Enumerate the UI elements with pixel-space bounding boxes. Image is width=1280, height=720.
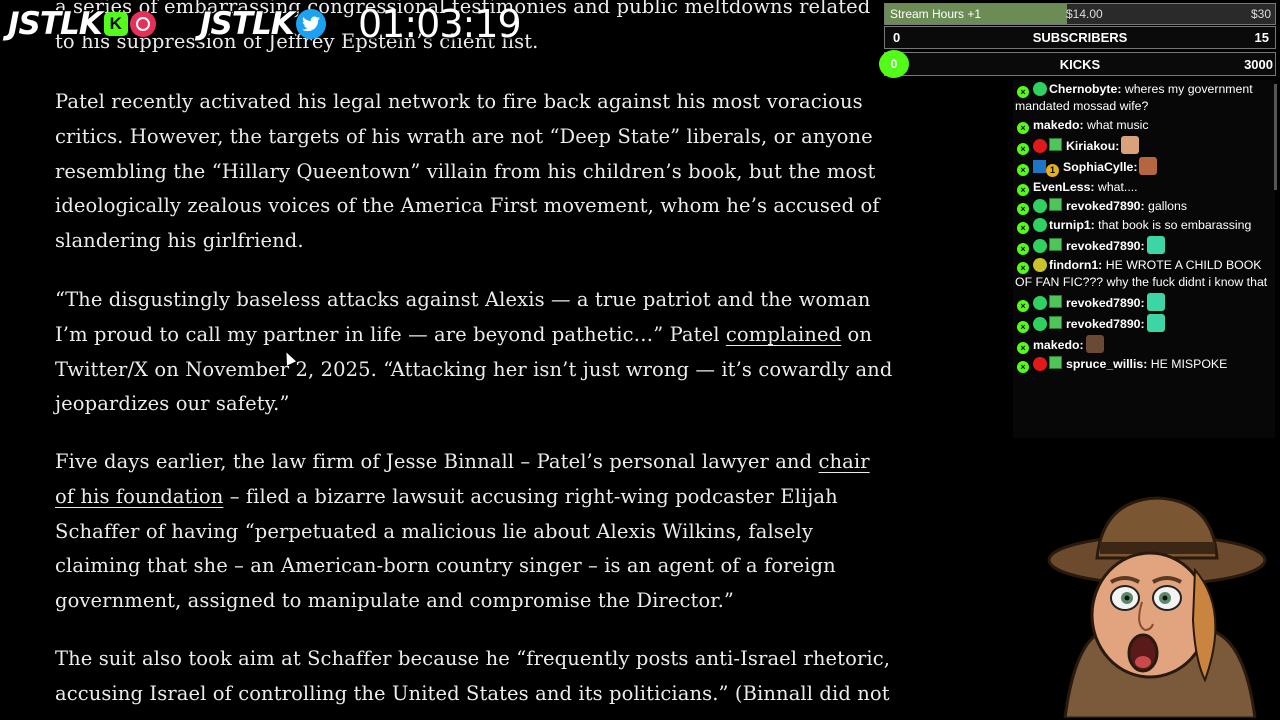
kick-badge-icon: × [1017, 164, 1029, 176]
chat-message: × makedo: what music [1013, 116, 1275, 135]
article-paragraph: Five days earlier, the law firm of Jesse… [55, 445, 895, 619]
article-paragraph: Patel recently activated his legal netwo… [55, 90, 880, 253]
user-badge-icon [1033, 317, 1047, 331]
chat-message: × spruce_willis: HE MISPOKE [1013, 355, 1275, 374]
chat-username[interactable]: makedo: [1033, 118, 1084, 132]
chat-message: × 1 SophiaCylle: [1013, 156, 1275, 178]
face-emote-icon [1121, 136, 1140, 154]
chat-message: × EvenLess: what.... [1013, 178, 1275, 197]
sub-badge-icon: 1 [1046, 164, 1059, 177]
kick-icon: K [103, 12, 128, 36]
stream-logo-kick: JSTLK K [7, 4, 156, 44]
user-badge-icon [1033, 82, 1047, 96]
gift-badge-icon [1049, 356, 1062, 369]
face-emote-icon [1085, 335, 1104, 353]
kick-badge-icon: × [1017, 243, 1029, 255]
user-badge-icon [1033, 258, 1047, 272]
goal-target: $30 [1250, 7, 1271, 21]
chat-message: × revoked7890: [1013, 292, 1275, 313]
chat-message: × revoked7890: gallons [1013, 197, 1275, 216]
kick-badge-icon: × [1017, 203, 1029, 215]
article-paragraph: “The disgustingly baseless attacks again… [55, 283, 895, 422]
kick-badge-icon: × [1017, 143, 1029, 155]
article-paragraph: The suit also took aim at Schaffer becau… [55, 647, 891, 705]
kick-badge-icon: × [1017, 300, 1029, 312]
complained-link[interactable]: complained [726, 323, 841, 346]
chat-message: × revoked7890: [1013, 313, 1275, 334]
creature-emote-icon [1146, 293, 1165, 311]
kick-badge-icon: × [1017, 361, 1029, 373]
stream-logo-twitter: JSTLK [199, 4, 326, 44]
chat-text: what music [1083, 118, 1149, 132]
kick-badge-icon: × [1017, 222, 1029, 234]
kick-badge-icon: × [1017, 122, 1029, 134]
user-badge-icon [1033, 139, 1047, 153]
creature-emote-icon [1146, 236, 1165, 254]
record-icon [129, 11, 156, 37]
chat-username[interactable]: revoked7890: [1066, 239, 1145, 253]
chat-message: × findorn1: HE WROTE A CHILD BOOK OF FAN … [1013, 256, 1275, 292]
user-badge-icon [1033, 357, 1047, 371]
chat-username[interactable]: spruce_willis: [1066, 357, 1147, 371]
chat-username[interactable]: Chernobyte: [1049, 82, 1121, 96]
goal-label: Stream Hours +1 [890, 7, 982, 21]
paragraph-text: Five days earlier, the law firm of Jesse… [55, 450, 819, 473]
chat-username[interactable]: Kiriakou: [1066, 139, 1119, 153]
kick-badge-icon: × [1017, 321, 1029, 333]
streamer-avatar-icon [1047, 496, 1267, 718]
subs-goal: 15 [1254, 30, 1269, 45]
chat-panel: × Chernobyte: wheres my government mandat… [1013, 80, 1275, 438]
logo-text: JSTLK [7, 5, 104, 43]
chat-text: that book is so embarassing [1094, 218, 1252, 232]
chat-message: × Kiriakou: [1013, 135, 1275, 156]
chat-text: HE MISPOKE [1147, 357, 1228, 371]
user-badge-icon [1033, 218, 1047, 232]
user-badge-icon [1033, 239, 1047, 253]
gift-badge-icon [1049, 198, 1062, 211]
chat-username[interactable]: SophiaCylle: [1063, 160, 1137, 174]
chat-username[interactable]: findorn1: [1049, 258, 1102, 272]
kick-badge-icon: × [1017, 86, 1029, 98]
chat-message: × revoked7890: [1013, 235, 1275, 256]
user-badge-icon [1033, 296, 1047, 310]
kicks-label: KICKS [1059, 57, 1101, 72]
logo-text: JSTLK [199, 5, 296, 43]
stream-timer: 01:03:19 [358, 2, 522, 46]
stream-hours-goal-bar: Stream Hours +1 $14.00 $30 [884, 3, 1276, 25]
chat-message: × Chernobyte: wheres my government mandat… [1013, 80, 1275, 116]
kicks-goal: 3000 [1244, 57, 1273, 72]
article-content: a series of embarrassing congressional t… [0, 0, 900, 720]
face-emote-icon [1139, 157, 1158, 175]
chat-username[interactable]: turnip1: [1049, 218, 1095, 232]
goal-amount: $14.00 [1066, 7, 1103, 21]
chat-username[interactable]: makedo: [1033, 338, 1084, 352]
chat-message: × turnip1: that book is so embarassing [1013, 216, 1275, 235]
subscribers-goal-bar: 0 SUBSCRIBERS 15 [884, 26, 1276, 49]
user-badge-icon [1033, 199, 1047, 213]
chat-scrollbar[interactable] [1274, 84, 1277, 190]
subs-label: SUBSCRIBERS [1032, 30, 1128, 45]
twitter-bird-icon [295, 9, 326, 39]
gift-badge-icon [1049, 295, 1062, 308]
chat-text: gallons [1144, 199, 1188, 213]
chat-text: what.... [1094, 180, 1138, 194]
chat-username[interactable]: revoked7890: [1066, 317, 1145, 331]
chat-username[interactable]: revoked7890: [1066, 199, 1145, 213]
gift-badge-icon [1049, 316, 1062, 329]
kicks-goal-bar: 0 KICKS 3000 [879, 50, 1276, 78]
chat-username[interactable]: EvenLess: [1033, 180, 1095, 194]
kick-badge-icon: × [1017, 262, 1029, 274]
kick-badge-icon: × [1017, 184, 1029, 196]
kick-badge-icon: × [1017, 342, 1029, 354]
creature-emote-icon [1146, 314, 1165, 332]
gift-badge-icon [1049, 238, 1062, 251]
gift-badge-icon [1049, 138, 1062, 151]
chat-username[interactable]: revoked7890: [1066, 296, 1145, 310]
chat-message: × makedo: [1013, 334, 1275, 355]
moderator-badge-icon [1033, 160, 1046, 173]
